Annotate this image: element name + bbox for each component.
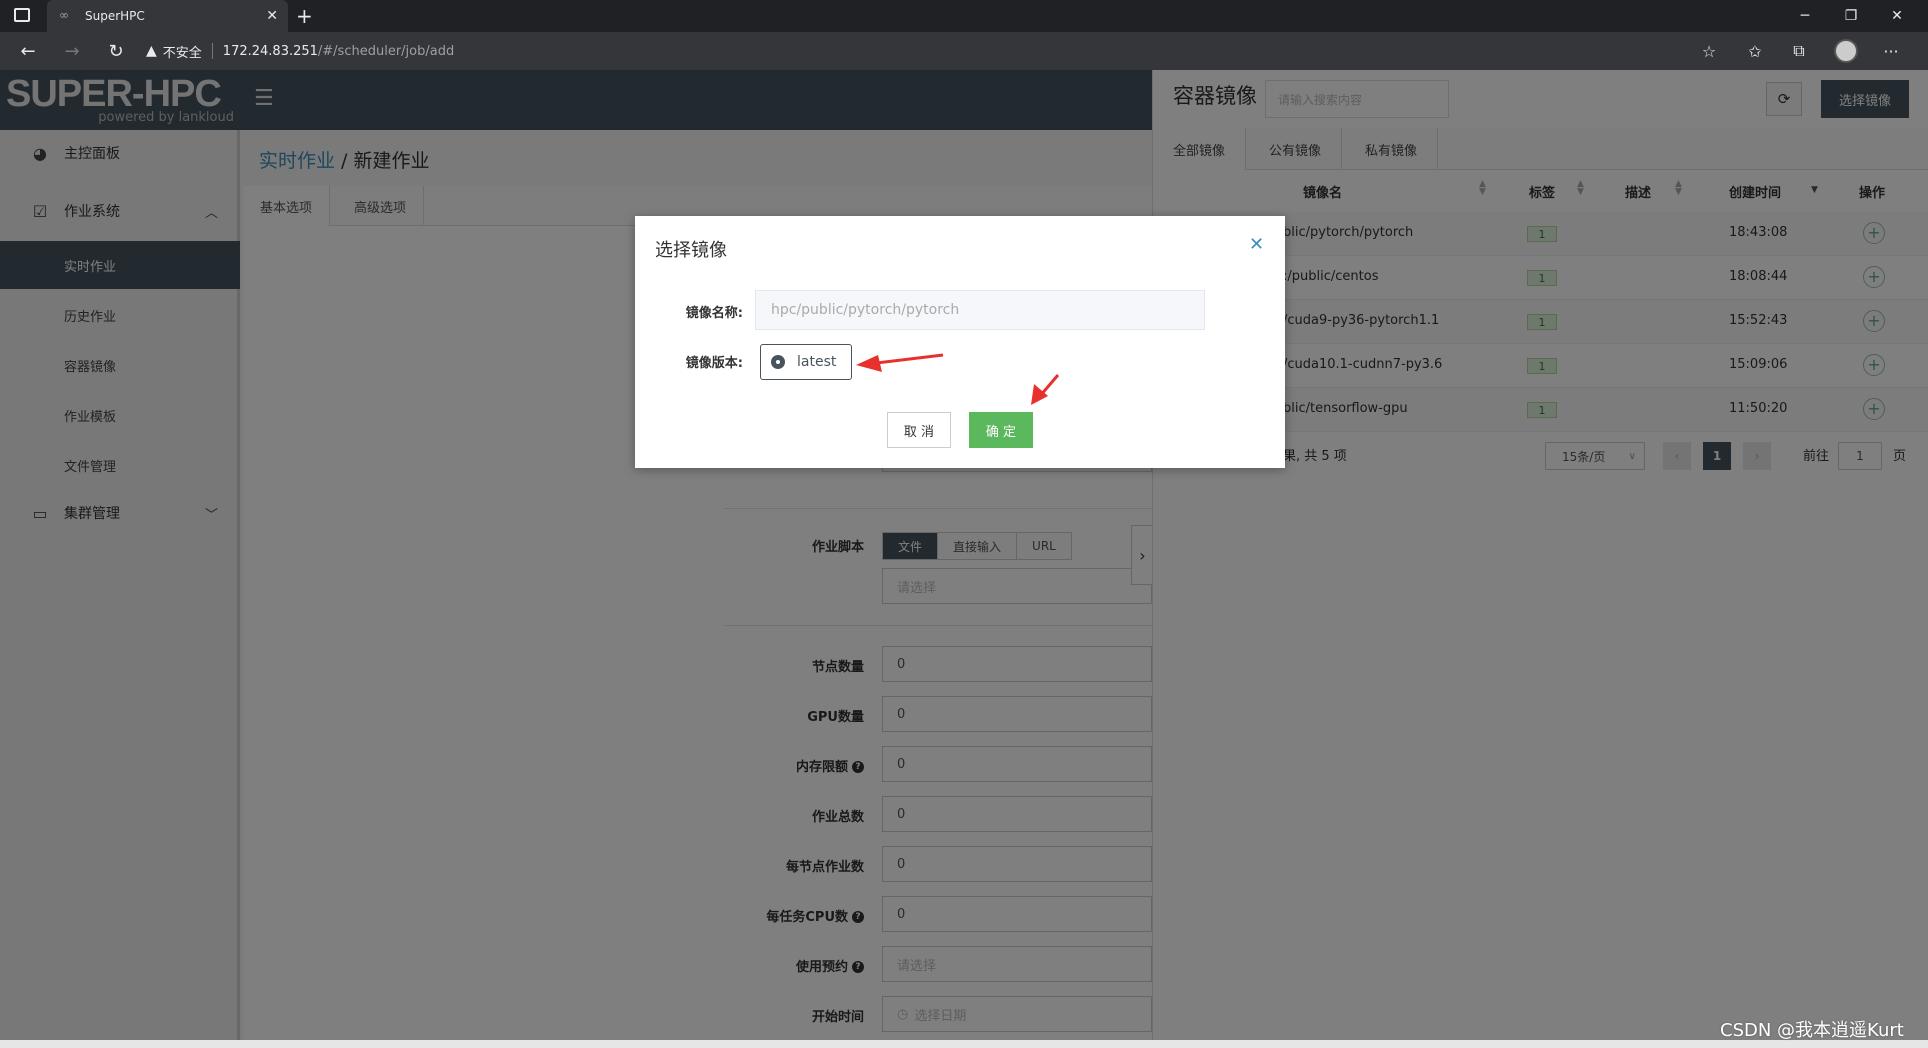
browser-tab-title: SuperHPC [85, 9, 145, 23]
security-label: 不安全 [162, 45, 202, 61]
url-host: 172.24.83.251 [222, 43, 318, 59]
address-separator [211, 43, 213, 59]
new-tab-button[interactable]: + [296, 4, 313, 28]
version-radio-latest[interactable]: latest [760, 344, 852, 380]
minimize-icon[interactable]: ─ [1782, 0, 1828, 32]
profile-avatar[interactable] [1834, 39, 1858, 63]
favorite-add-icon[interactable]: ☆ [1696, 38, 1722, 64]
field-value: hpc/public/pytorch/pytorch [771, 302, 960, 318]
taskbar-strip [0, 1040, 1928, 1048]
select-image-dialog: 选择镜像 ✕ 镜像名称: hpc/public/pytorch/pytorch … [635, 216, 1285, 468]
image-version-label: 镜像版本: [685, 356, 743, 371]
more-icon[interactable]: ··· [1878, 38, 1904, 64]
watermark: CSDN @我本逍遥Kurt [1720, 1020, 1904, 1041]
url-path: /#/scheduler/job/add [317, 43, 455, 59]
warning-icon: ▲ [146, 43, 157, 59]
address-bar[interactable]: ▲ 不安全 172.24.83.251/#/scheduler/job/add [146, 37, 454, 65]
back-icon[interactable]: ← [14, 38, 42, 64]
dialog-title: 选择镜像 [655, 240, 727, 261]
browser-tab[interactable]: ∞ SuperHPC ✕ [47, 0, 288, 32]
reload-icon[interactable]: ↻ [102, 38, 130, 64]
cancel-button[interactable]: 取 消 [887, 412, 951, 448]
site-favicon-icon: ∞ [59, 8, 69, 22]
forward-icon[interactable]: → [58, 38, 86, 64]
image-name-label: 镜像名称: [685, 306, 743, 321]
image-name-field: hpc/public/pytorch/pytorch [755, 290, 1205, 330]
collections-icon[interactable]: ⧉ [1786, 38, 1812, 64]
radio-checked-icon [771, 355, 785, 369]
confirm-button[interactable]: 确 定 [969, 412, 1033, 448]
radio-label: latest [797, 354, 837, 370]
tab-close-icon[interactable]: ✕ [266, 8, 278, 24]
button-label: 确 定 [985, 424, 1017, 440]
button-label: 取 消 [903, 424, 935, 440]
restore-icon[interactable]: ❐ [1828, 0, 1874, 32]
window-close-icon[interactable]: ✕ [1874, 0, 1920, 32]
browser-titlebar: ∞ SuperHPC ✕ + ─ ❐ ✕ [0, 0, 1928, 32]
favorites-icon[interactable]: ✩ [1742, 38, 1768, 64]
tab-actions-icon[interactable] [14, 8, 30, 22]
close-icon[interactable]: ✕ [1249, 236, 1264, 254]
